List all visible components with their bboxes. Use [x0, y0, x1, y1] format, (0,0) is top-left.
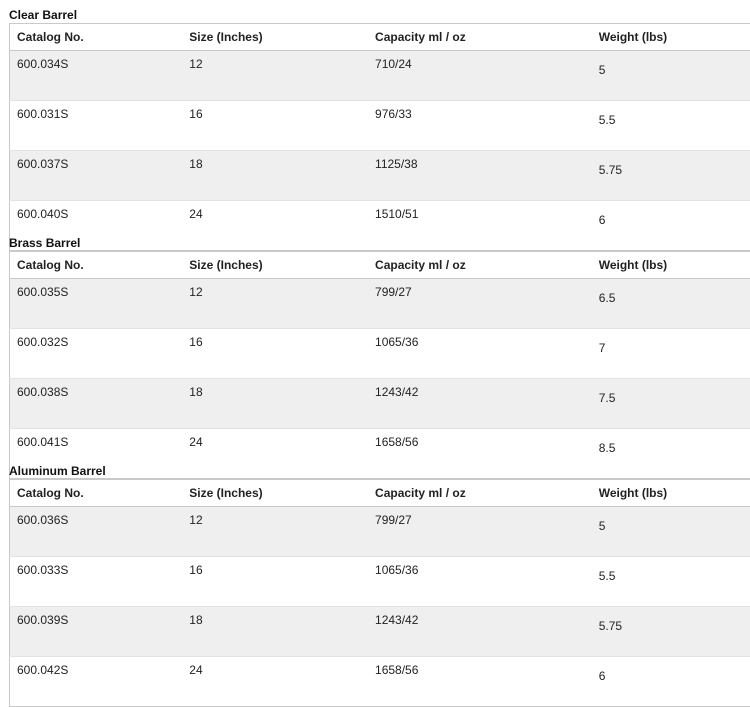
table-row: 600.036S 12 799/27 5 [10, 507, 750, 557]
table-row: 600.034S 12 710/24 5 [10, 51, 750, 101]
cell-catalog-no: 600.035S [10, 279, 183, 329]
header-capacity: Capacity ml / oz [368, 24, 592, 51]
cell-capacity: 799/27 [368, 507, 592, 557]
cell-size: 16 [182, 101, 368, 151]
cell-catalog-no: 600.033S [10, 557, 183, 607]
cell-size: 12 [182, 279, 368, 329]
cell-capacity: 1658/56 [368, 657, 592, 707]
header-weight: Weight (lbs) [592, 24, 750, 51]
cell-weight: 5 [592, 507, 750, 557]
cell-catalog-no: 600.037S [10, 151, 183, 201]
cell-size: 18 [182, 379, 368, 429]
cell-catalog-no: 600.031S [10, 101, 183, 151]
table-header-row: Catalog No. Size (Inches) Capacity ml / … [10, 24, 750, 51]
cell-catalog-no: 600.034S [10, 51, 183, 101]
header-size: Size (Inches) [182, 24, 368, 51]
cell-size: 18 [182, 607, 368, 657]
section-brass-barrel: Brass Barrel Catalog No. Size (Inches) C… [9, 235, 750, 479]
cell-size: 12 [182, 507, 368, 557]
table-row: 600.031S 16 976/33 5.5 [10, 101, 750, 151]
cell-size: 16 [182, 329, 368, 379]
section-title: Clear Barrel [9, 7, 750, 23]
cell-weight: 7.5 [592, 379, 750, 429]
cell-weight: 6 [592, 657, 750, 707]
cell-capacity: 1065/36 [368, 329, 592, 379]
cell-weight: 5.75 [592, 151, 750, 201]
header-weight: Weight (lbs) [592, 252, 750, 279]
cell-weight: 5.5 [592, 101, 750, 151]
section-title: Brass Barrel [9, 235, 750, 251]
section-aluminum-barrel: Aluminum Barrel Catalog No. Size (Inches… [9, 463, 750, 707]
table-row: 600.038S 18 1243/42 7.5 [10, 379, 750, 429]
header-catalog-no: Catalog No. [10, 480, 183, 507]
cell-capacity: 1243/42 [368, 379, 592, 429]
header-size: Size (Inches) [182, 480, 368, 507]
header-size: Size (Inches) [182, 252, 368, 279]
table-row: 600.035S 12 799/27 6.5 [10, 279, 750, 329]
spec-table: Catalog No. Size (Inches) Capacity ml / … [9, 23, 750, 251]
cell-size: 18 [182, 151, 368, 201]
cell-capacity: 976/33 [368, 101, 592, 151]
cell-capacity: 1243/42 [368, 607, 592, 657]
table-row: 600.033S 16 1065/36 5.5 [10, 557, 750, 607]
cell-size: 24 [182, 657, 368, 707]
cell-capacity: 799/27 [368, 279, 592, 329]
spec-table: Catalog No. Size (Inches) Capacity ml / … [9, 479, 750, 707]
cell-size: 16 [182, 557, 368, 607]
table-row: 600.039S 18 1243/42 5.75 [10, 607, 750, 657]
header-capacity: Capacity ml / oz [368, 480, 592, 507]
cell-weight: 5.5 [592, 557, 750, 607]
cell-catalog-no: 600.039S [10, 607, 183, 657]
header-catalog-no: Catalog No. [10, 252, 183, 279]
section-clear-barrel: Clear Barrel Catalog No. Size (Inches) C… [9, 7, 750, 251]
table-row: 600.037S 18 1125/38 5.75 [10, 151, 750, 201]
table-row: 600.032S 16 1065/36 7 [10, 329, 750, 379]
cell-weight: 7 [592, 329, 750, 379]
table-header-row: Catalog No. Size (Inches) Capacity ml / … [10, 252, 750, 279]
cell-capacity: 710/24 [368, 51, 592, 101]
cell-catalog-no: 600.042S [10, 657, 183, 707]
cell-weight: 6.5 [592, 279, 750, 329]
cell-capacity: 1125/38 [368, 151, 592, 201]
section-title: Aluminum Barrel [9, 463, 750, 479]
table-header-row: Catalog No. Size (Inches) Capacity ml / … [10, 480, 750, 507]
header-capacity: Capacity ml / oz [368, 252, 592, 279]
cell-size: 12 [182, 51, 368, 101]
cell-catalog-no: 600.038S [10, 379, 183, 429]
cell-catalog-no: 600.036S [10, 507, 183, 557]
table-row: 600.042S 24 1658/56 6 [10, 657, 750, 707]
cell-catalog-no: 600.032S [10, 329, 183, 379]
header-weight: Weight (lbs) [592, 480, 750, 507]
cell-weight: 5 [592, 51, 750, 101]
header-catalog-no: Catalog No. [10, 24, 183, 51]
cell-weight: 5.75 [592, 607, 750, 657]
cell-capacity: 1065/36 [368, 557, 592, 607]
spec-table: Catalog No. Size (Inches) Capacity ml / … [9, 251, 750, 479]
